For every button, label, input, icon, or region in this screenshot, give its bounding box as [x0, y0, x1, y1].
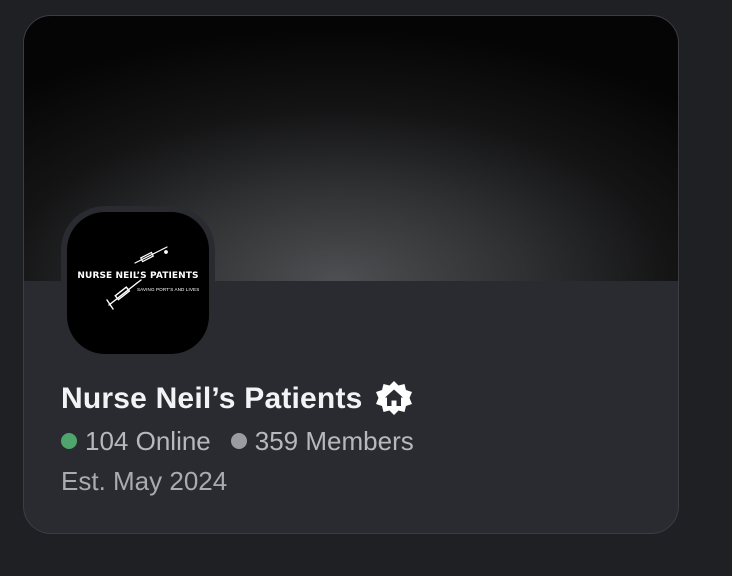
established-date: Est. May 2024 [61, 466, 228, 496]
server-name-row: Nurse Neil’s Patients [61, 379, 414, 419]
logo-tagline-text: SAVING PORT’S AND LIVES [137, 287, 200, 292]
online-status-dot [61, 433, 77, 449]
online-count: 104 Online [85, 425, 211, 456]
members-status-dot [230, 433, 247, 449]
server-icon[interactable]: NURSE NEIL’S PATIENTS SAVING PORT’S AND … [67, 212, 209, 354]
syringe-logo-icon [106, 246, 168, 310]
server-profile-card: NURSE NEIL’S PATIENTS SAVING PORT’S AND … [23, 15, 679, 534]
community-home-badge-icon[interactable] [374, 379, 414, 419]
member-count: 359 Members [254, 425, 414, 456]
member-stats: 104 Online 359 Members [61, 424, 414, 458]
server-name: Nurse Neil’s Patients [61, 382, 363, 415]
logo-title-text: NURSE NEIL’S PATIENTS [77, 271, 199, 281]
